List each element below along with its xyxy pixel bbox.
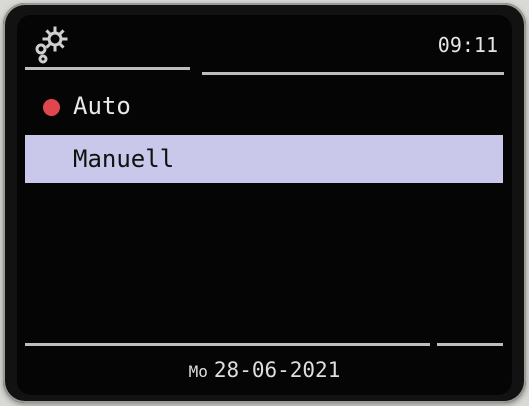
- date-display: Mo 28-06-2021: [17, 353, 512, 387]
- header-divider-left: [25, 67, 190, 70]
- menu-item-manual[interactable]: Manuell: [25, 135, 503, 183]
- gear-icon[interactable]: [29, 25, 69, 65]
- clock-time: 09:11: [437, 33, 498, 57]
- selected-indicator-dot: [43, 99, 60, 116]
- menu-item-auto[interactable]: Auto: [25, 83, 503, 131]
- footer-divider-right: [437, 343, 503, 346]
- menu-item-label: Auto: [73, 92, 131, 120]
- lcd-screen: 09:11 Auto Manuell Mo 28-06-2021: [17, 15, 512, 395]
- footer-divider-left: [25, 343, 430, 346]
- menu-item-label: Manuell: [73, 145, 175, 173]
- header-divider-right: [202, 72, 504, 75]
- weekday-label: Mo: [188, 362, 208, 381]
- device-bezel: 09:11 Auto Manuell Mo 28-06-2021: [3, 3, 526, 403]
- date-value: 28-06-2021: [213, 358, 341, 382]
